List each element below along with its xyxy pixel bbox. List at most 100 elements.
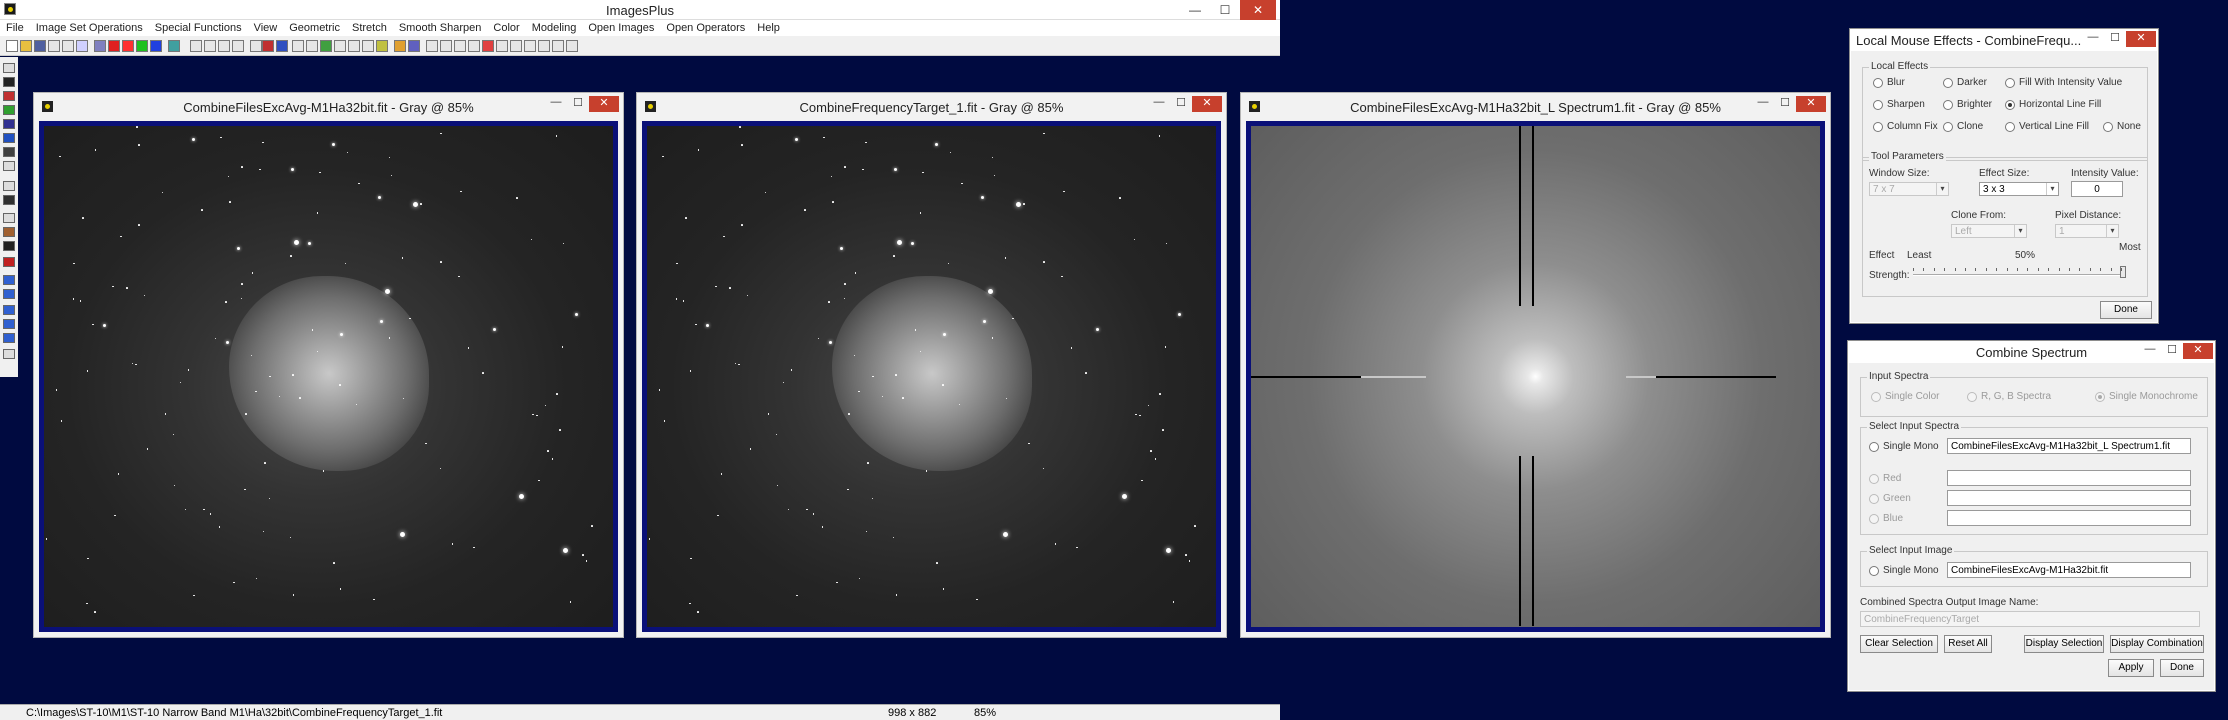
window-tile-icon[interactable]	[510, 40, 522, 52]
minimize-button[interactable]: —	[2082, 31, 2104, 47]
tool-blue-icon[interactable]	[3, 119, 15, 129]
fill-intensity-radio[interactable]	[2005, 78, 2015, 88]
minimize-button[interactable]: —	[1148, 96, 1170, 112]
minimize-button[interactable]: —	[545, 96, 567, 112]
horizontal-line-fill-radio[interactable]	[2005, 100, 2015, 110]
menu-modeling[interactable]: Modeling	[526, 20, 583, 36]
tool-line-icon[interactable]	[3, 241, 15, 251]
maximize-button[interactable]: ☐	[567, 96, 589, 112]
close-button[interactable]: ✕	[1796, 96, 1826, 112]
blur-radio[interactable]	[1873, 78, 1883, 88]
green-channel-icon[interactable]	[136, 40, 148, 52]
strength-slider[interactable]	[1913, 274, 2125, 276]
tool-fill-icon[interactable]	[3, 195, 15, 205]
menu-open-operators[interactable]: Open Operators	[660, 20, 751, 36]
close-button[interactable]: ✕	[1192, 96, 1222, 112]
close-button[interactable]: ✕	[2126, 31, 2156, 47]
image-window-titlebar[interactable]: CombineFilesExcAvg-M1Ha32bit_L Spectrum1…	[1241, 93, 1830, 119]
red-input[interactable]	[1947, 470, 2191, 486]
expand-icon[interactable]	[348, 40, 360, 52]
image-window-1[interactable]: CombineFilesExcAvg-M1Ha32bit.fit - Gray …	[33, 92, 624, 638]
palette-icon[interactable]	[408, 40, 420, 52]
darker-radio[interactable]	[1943, 78, 1953, 88]
tool-green-icon[interactable]	[3, 105, 15, 115]
tool-marker-icon[interactable]	[3, 257, 15, 267]
image-window-titlebar[interactable]: CombineFrequencyTarget_1.fit - Gray @ 85…	[637, 93, 1226, 119]
cut-icon[interactable]	[62, 40, 74, 52]
zoom-100-icon[interactable]	[468, 40, 480, 52]
undo-icon[interactable]	[190, 40, 202, 52]
maximize-button[interactable]: ☐	[1170, 96, 1192, 112]
close-button[interactable]: ✕	[589, 96, 619, 112]
window-grid-icon[interactable]	[566, 40, 578, 52]
zoom-in-icon[interactable]	[426, 40, 438, 52]
minimize-button[interactable]: —	[1752, 96, 1774, 112]
tool-brush-icon[interactable]	[3, 161, 15, 171]
menu-special-functions[interactable]: Special Functions	[149, 20, 248, 36]
plus-icon[interactable]	[334, 40, 346, 52]
window-size-select[interactable]: 7 x 7 ▾	[1869, 182, 1949, 196]
menu-smooth-sharpen[interactable]: Smooth Sharpen	[393, 20, 488, 36]
dialog-titlebar[interactable]: Local Mouse Effects - CombineFrequ... — …	[1850, 29, 2158, 51]
menu-open-images[interactable]: Open Images	[582, 20, 660, 36]
menu-stretch[interactable]: Stretch	[346, 20, 393, 36]
nebula-image[interactable]	[647, 126, 1216, 627]
image-window-2[interactable]: CombineFrequencyTarget_1.fit - Gray @ 85…	[636, 92, 1227, 638]
pixel-distance-select[interactable]: 1 ▾	[2055, 224, 2119, 238]
copy-icon[interactable]	[76, 40, 88, 52]
tool-select-icon[interactable]	[3, 181, 15, 191]
blue-input[interactable]	[1947, 510, 2191, 526]
column-fix-radio[interactable]	[1873, 122, 1883, 132]
red-radio[interactable]	[1869, 474, 1879, 484]
tool-info-icon[interactable]	[3, 349, 15, 359]
blue-channel-icon[interactable]	[150, 40, 162, 52]
menu-help[interactable]: Help	[751, 20, 786, 36]
blue-radio[interactable]	[1869, 514, 1879, 524]
tool-cursor-icon[interactable]	[3, 63, 15, 73]
green-input[interactable]	[1947, 490, 2191, 506]
rotate-left-icon[interactable]	[218, 40, 230, 52]
close-file-icon[interactable]	[48, 40, 60, 52]
output-name-input[interactable]: CombineFrequencyTarget	[1860, 611, 2200, 627]
tool-stamp-icon[interactable]	[3, 227, 15, 237]
zoom-fit-icon[interactable]	[454, 40, 466, 52]
marker-icon[interactable]	[262, 40, 274, 52]
menu-view[interactable]: View	[248, 20, 284, 36]
frequency-spectrum-image[interactable]	[1251, 126, 1820, 627]
brighter-radio[interactable]	[1943, 100, 1953, 110]
clear-selection-button[interactable]: Clear Selection	[1860, 635, 1938, 653]
redo-icon[interactable]	[204, 40, 216, 52]
image-window-titlebar[interactable]: CombineFilesExcAvg-M1Ha32bit.fit - Gray …	[34, 93, 623, 119]
single-monochrome-radio[interactable]	[2095, 392, 2105, 402]
sharpen-radio[interactable]	[1873, 100, 1883, 110]
done-button[interactable]: Done	[2100, 301, 2152, 319]
crosshair-icon[interactable]	[320, 40, 332, 52]
single-color-radio[interactable]	[1871, 392, 1881, 402]
menu-file[interactable]: File	[0, 20, 30, 36]
none-radio[interactable]	[2103, 122, 2113, 132]
display-selection-button[interactable]: Display Selection	[2024, 635, 2104, 653]
tool-square-icon[interactable]	[3, 213, 15, 223]
intensity-value-input[interactable]: 0	[2071, 181, 2123, 197]
minimize-button[interactable]: —	[2139, 343, 2161, 359]
vertical-line-fill-radio[interactable]	[2005, 122, 2015, 132]
single-mono-image-radio[interactable]	[1869, 566, 1879, 576]
window-cascade-icon[interactable]	[496, 40, 508, 52]
single-mono-spectra-input[interactable]: CombineFilesExcAvg-M1Ha32bit_L Spectrum1…	[1947, 438, 2191, 454]
tool-black-icon[interactable]	[3, 77, 15, 87]
save-icon[interactable]	[34, 40, 46, 52]
arrow-icon[interactable]	[276, 40, 288, 52]
menu-color[interactable]: Color	[487, 20, 525, 36]
single-mono-image-input[interactable]: CombineFilesExcAvg-M1Ha32bit.fit	[1947, 562, 2191, 578]
grid-icon[interactable]	[94, 40, 106, 52]
pencil-icon[interactable]	[394, 40, 406, 52]
flip-icon[interactable]	[250, 40, 262, 52]
single-mono-spectra-radio[interactable]	[1869, 442, 1879, 452]
tool-refresh-icon[interactable]	[3, 333, 15, 343]
zoom-select-icon[interactable]	[482, 40, 494, 52]
histogram-icon[interactable]	[292, 40, 304, 52]
window-close-all-icon[interactable]	[552, 40, 564, 52]
apply-button[interactable]: Apply	[2108, 659, 2154, 677]
minimize-button[interactable]: —	[1180, 0, 1210, 20]
crop-icon[interactable]	[362, 40, 374, 52]
